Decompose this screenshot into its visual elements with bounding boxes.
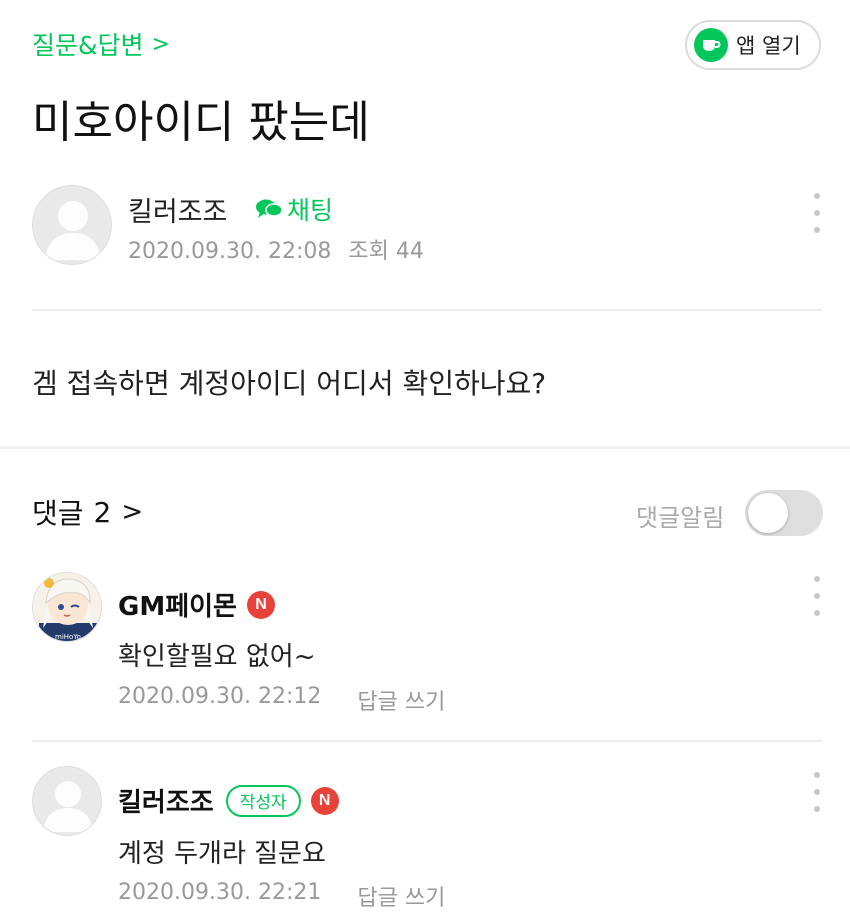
new-badge: N: [246, 590, 275, 619]
comment-author-name: GM페이몬: [118, 592, 237, 622]
comment-date: 2020.09.30. 22:12: [118, 684, 322, 709]
comment-more-options-icon[interactable]: [811, 576, 823, 616]
reply-button[interactable]: 답글 쓰기: [357, 880, 445, 912]
chevron-right-icon: >: [151, 31, 170, 57]
toggle-knob: [748, 493, 788, 533]
default-avatar-icon: [45, 201, 101, 260]
default-avatar-icon: [43, 781, 93, 832]
comment-meta: 2020.09.30. 22:12 답글 쓰기: [118, 684, 445, 716]
comment-author[interactable]: GM페이몬 N: [118, 586, 275, 623]
post-body: 겜 접속하면 계정아이디 어디서 확인하나요?: [32, 367, 547, 400]
comment-date: 2020.09.30. 22:21: [118, 880, 322, 905]
author-avatar[interactable]: [32, 185, 112, 265]
comments-title: 댓글: [32, 497, 84, 530]
new-badge: N: [310, 786, 339, 815]
post-meta: 2020.09.30. 22:08 조회 44: [128, 233, 424, 265]
svg-text:miHoYo: miHoYo: [55, 633, 81, 641]
board-breadcrumb-link[interactable]: 질문&답변 >: [32, 26, 170, 62]
author-badge: 작성자: [225, 784, 301, 817]
chevron-right-icon: >: [121, 497, 144, 527]
comment-text: 확인할필요 없어~: [118, 642, 316, 672]
comment-meta: 2020.09.30. 22:21 답글 쓰기: [118, 880, 445, 912]
comment-author-name: 킬러조조: [118, 788, 214, 818]
comment-avatar[interactable]: [32, 766, 102, 836]
reply-button[interactable]: 답글 쓰기: [357, 684, 445, 716]
post-author-name[interactable]: 킬러조조: [128, 190, 227, 229]
comment-author[interactable]: 킬러조조 작성자 N: [118, 782, 339, 819]
post-title: 미호아이디 팠는데: [32, 97, 370, 148]
chat-label: 채팅: [287, 196, 334, 225]
comment-divider: [32, 740, 822, 742]
comments-header-link[interactable]: 댓글 2 >: [32, 492, 143, 532]
open-app-label: 앱 열기: [736, 34, 801, 58]
character-avatar-icon: miHoYo: [33, 573, 101, 641]
comment-text: 계정 두개라 질문요: [118, 839, 326, 869]
comment-avatar[interactable]: miHoYo: [32, 572, 102, 642]
comment-more-options-icon[interactable]: [811, 772, 823, 812]
author-divider: [32, 309, 822, 311]
comment-notify-label: 댓글알림: [636, 504, 725, 532]
post-views: 조회 44: [348, 239, 424, 264]
board-link-label: 질문&답변: [32, 31, 144, 60]
cafe-cup-icon: [694, 28, 728, 62]
comments-count: 2: [93, 495, 112, 529]
post-date: 2020.09.30. 22:08: [128, 239, 332, 264]
open-app-button[interactable]: 앱 열기: [685, 20, 821, 70]
section-divider: [0, 446, 850, 449]
comment-notify-toggle[interactable]: [745, 490, 823, 536]
chat-button[interactable]: 채팅: [255, 191, 333, 227]
post-more-options-icon[interactable]: [811, 193, 823, 233]
chat-bubble-icon: [256, 199, 283, 218]
